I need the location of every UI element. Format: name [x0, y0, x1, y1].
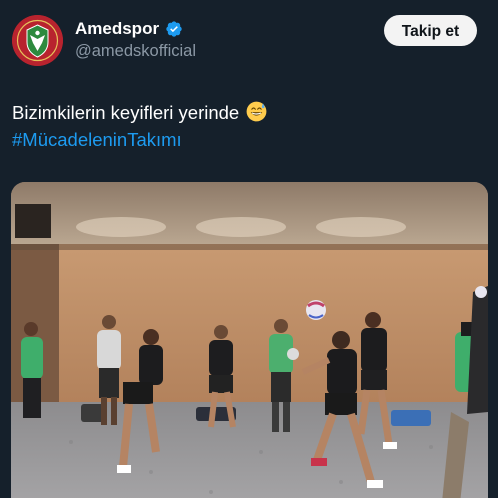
- grinning-face-with-sweat-icon: [246, 101, 267, 122]
- verified-badge-icon: [166, 21, 182, 37]
- tweet-card: Amedspor @amedskofficial Takip et Bizimk…: [0, 0, 498, 498]
- display-name[interactable]: Amedspor: [75, 19, 159, 39]
- account-handle[interactable]: @amedskofficial: [75, 42, 196, 61]
- video-media[interactable]: [11, 182, 488, 498]
- follow-button[interactable]: Takip et: [384, 15, 477, 46]
- video-frame: [11, 182, 488, 498]
- amedspor-crest-icon: [12, 15, 63, 66]
- tweet-text-content: Bizimkilerin keyifleri yerinde: [12, 102, 240, 123]
- avatar[interactable]: [12, 15, 63, 66]
- tweet-text: Bizimkilerin keyifleri yerinde: [12, 98, 267, 127]
- hashtag-link[interactable]: #MücadeleninTakımı: [12, 126, 182, 154]
